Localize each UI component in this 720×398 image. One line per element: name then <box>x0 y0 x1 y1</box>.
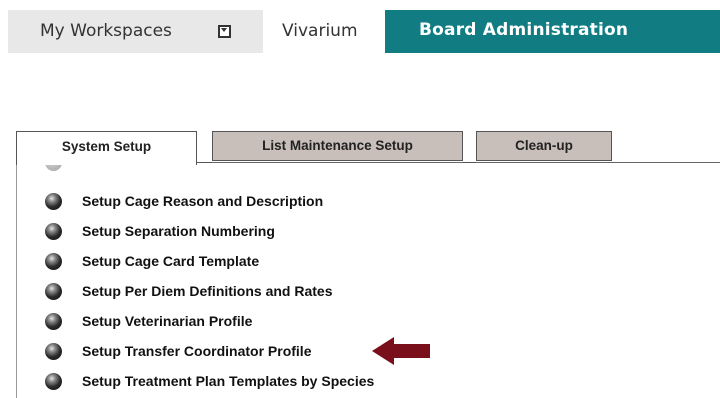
tab-list-maintenance-setup[interactable]: List Maintenance Setup <box>212 131 463 161</box>
my-workspaces-label: My Workspaces <box>40 21 172 41</box>
list-item[interactable]: Setup Cage Reason and Description <box>0 192 720 222</box>
page: My Workspaces Vivarium Board Administrat… <box>0 0 720 398</box>
bullet-icon <box>45 253 62 270</box>
board-administration-label: Board Administration <box>419 20 629 40</box>
bullet-icon <box>45 165 62 171</box>
vivarium-tab[interactable]: Vivarium <box>264 10 385 53</box>
setup-link-per-diem[interactable]: Setup Per Diem Definitions and Rates <box>82 283 333 299</box>
top-navigation: My Workspaces Vivarium Board Administrat… <box>0 10 720 53</box>
tab-clean-up[interactable]: Clean-up <box>476 131 612 161</box>
chevron-down-icon[interactable] <box>218 25 231 38</box>
bullet-icon <box>45 283 62 300</box>
my-workspaces-menu[interactable]: My Workspaces <box>8 10 263 53</box>
list-item-partial <box>0 165 720 195</box>
list-item[interactable]: Setup Separation Numbering <box>0 222 720 252</box>
list-item[interactable]: Setup Veterinarian Profile <box>0 312 720 342</box>
board-administration-tab[interactable]: Board Administration <box>385 10 720 53</box>
setup-link-cage-reason[interactable]: Setup Cage Reason and Description <box>82 193 323 209</box>
list-item[interactable]: Setup Transfer Coordinator Profile <box>0 342 720 372</box>
setup-list: Setup Cage Reason and Description Setup … <box>0 165 720 398</box>
setup-link-cage-card-template[interactable]: Setup Cage Card Template <box>82 253 259 269</box>
arrow-left-icon <box>372 337 430 365</box>
bullet-icon <box>45 373 62 390</box>
setup-link-transfer-coordinator-profile[interactable]: Setup Transfer Coordinator Profile <box>82 343 311 359</box>
bullet-icon <box>45 343 62 360</box>
list-item[interactable]: Setup Cage Card Template <box>0 252 720 282</box>
list-item[interactable]: Setup Treatment Plan Templates by Specie… <box>0 372 720 398</box>
setup-link-treatment-plan-templates[interactable]: Setup Treatment Plan Templates by Specie… <box>82 373 374 389</box>
tab-strip-divider <box>195 162 720 163</box>
bullet-icon <box>45 223 62 240</box>
bullet-icon <box>45 193 62 210</box>
tab-gap-divider <box>197 162 212 163</box>
vivarium-label: Vivarium <box>282 21 358 41</box>
setup-link-veterinarian-profile[interactable]: Setup Veterinarian Profile <box>82 313 252 329</box>
tab-system-setup[interactable]: System Setup <box>16 131 197 165</box>
tab-gap-divider <box>463 162 476 163</box>
list-item[interactable]: Setup Per Diem Definitions and Rates <box>0 282 720 312</box>
bullet-icon <box>45 313 62 330</box>
setup-link-separation-numbering[interactable]: Setup Separation Numbering <box>82 223 275 239</box>
